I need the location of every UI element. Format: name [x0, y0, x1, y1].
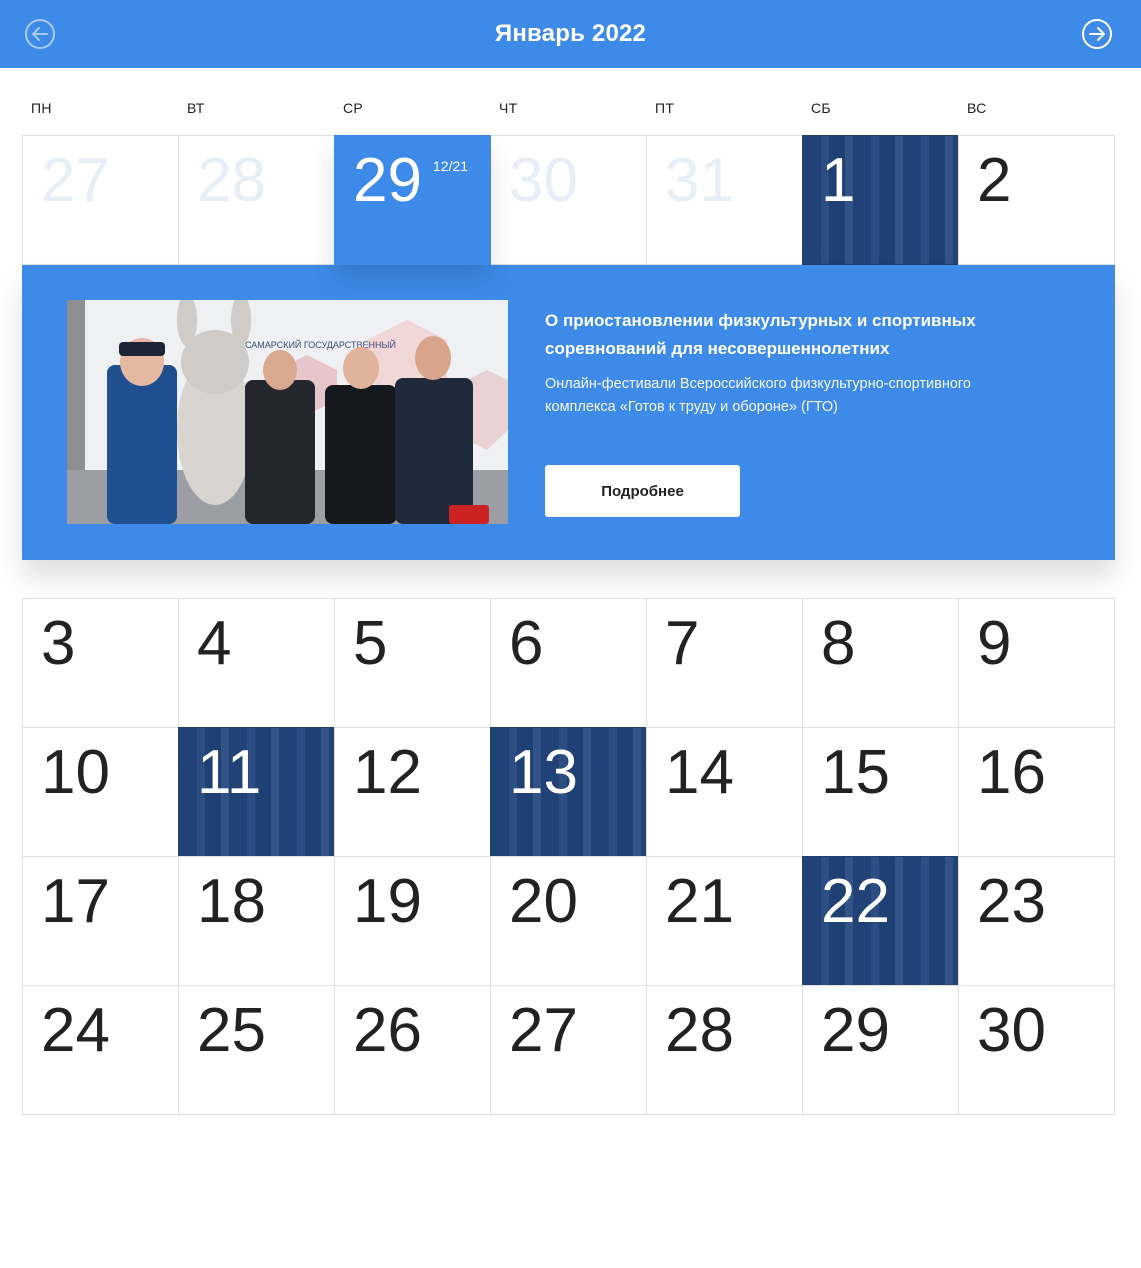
calendar-weeks: 3 4 5 6 7 8 9 10 11 12 13 14 15 16 17 18… — [22, 598, 1115, 1118]
day-cell-selected[interactable]: 29 12/21 — [334, 135, 491, 265]
day-cell[interactable]: 2 — [958, 135, 1115, 265]
weekday-label: ПН — [31, 100, 52, 116]
day-number: 12 — [353, 738, 422, 807]
day-cell[interactable]: 28 — [646, 985, 803, 1115]
day-cell[interactable]: 24 — [22, 985, 179, 1115]
arrow-left-circle-icon — [25, 19, 55, 49]
day-cell-event[interactable]: 11 — [178, 727, 335, 857]
event-title[interactable]: О приостановлении физкультурных и спорти… — [545, 307, 1035, 363]
day-number: 28 — [665, 996, 734, 1065]
day-number: 30 — [509, 146, 578, 215]
day-number: 5 — [353, 609, 388, 678]
day-cell[interactable]: 12 — [334, 727, 491, 857]
day-number: 1 — [821, 146, 856, 215]
day-number: 24 — [41, 996, 110, 1065]
photo-sign-text: САМАРСКИЙ ГОСУДАРСТВЕННЫЙ — [245, 339, 396, 350]
weekday-label: СР — [343, 100, 364, 116]
day-cell-event[interactable]: 13 — [490, 727, 647, 857]
day-number: 22 — [821, 867, 890, 936]
day-number: 25 — [197, 996, 266, 1065]
day-cell[interactable]: 10 — [22, 727, 179, 857]
day-cell[interactable]: 21 — [646, 856, 803, 986]
day-number: 20 — [509, 867, 578, 936]
day-number: 14 — [665, 738, 734, 807]
day-number: 28 — [197, 146, 266, 215]
selected-mini-date: 12/21 — [433, 158, 469, 174]
day-cell[interactable]: 27 — [490, 985, 647, 1115]
day-cell-event[interactable]: 1 — [802, 135, 959, 265]
calendar-week: 27 28 29 12/21 30 31 1 2 — [22, 135, 1115, 265]
day-cell[interactable]: 30 — [958, 985, 1115, 1115]
day-number: 29 — [821, 996, 890, 1065]
day-number: 26 — [353, 996, 422, 1065]
day-cell[interactable]: 8 — [802, 598, 959, 728]
day-number: 23 — [977, 867, 1046, 936]
day-cell[interactable]: 4 — [178, 598, 335, 728]
weekday-label: ЧТ — [499, 100, 518, 116]
day-number: 21 — [665, 867, 734, 936]
day-number: 7 — [665, 609, 700, 678]
day-number: 11 — [197, 738, 262, 807]
day-cell[interactable]: 17 — [22, 856, 179, 986]
weekday-label: ВТ — [187, 100, 205, 116]
day-cell[interactable]: 30 — [490, 135, 647, 265]
day-cell[interactable]: 5 — [334, 598, 491, 728]
day-cell[interactable]: 31 — [646, 135, 803, 265]
day-cell[interactable]: 20 — [490, 856, 647, 986]
day-number: 17 — [41, 867, 110, 936]
day-cell[interactable]: 29 — [802, 985, 959, 1115]
weekday-row: ПН ВТ СР ЧТ ПТ СБ ВС — [22, 100, 1115, 120]
event-panel: САМАРСКИЙ ГОСУДАРСТВЕННЫЙ О приостановле… — [22, 265, 1115, 560]
day-number: 2 — [977, 146, 1012, 215]
day-cell[interactable]: 26 — [334, 985, 491, 1115]
day-cell[interactable]: 27 — [22, 135, 179, 265]
day-number: 30 — [977, 996, 1046, 1065]
weekday-label: ВС — [967, 100, 987, 116]
day-number: 8 — [821, 609, 856, 678]
day-number: 3 — [41, 609, 76, 678]
day-cell[interactable]: 25 — [178, 985, 335, 1115]
day-number: 6 — [509, 609, 544, 678]
day-number: 27 — [41, 146, 110, 215]
day-cell[interactable]: 7 — [646, 598, 803, 728]
day-number: 15 — [821, 738, 890, 807]
day-cell[interactable]: 16 — [958, 727, 1115, 857]
day-number: 4 — [197, 609, 232, 678]
event-description: Онлайн-фестивали Всероссийского физкульт… — [545, 376, 971, 415]
more-button[interactable]: Подробнее — [545, 465, 740, 517]
next-month-button[interactable] — [1081, 18, 1113, 50]
prev-month-button[interactable] — [24, 18, 56, 50]
calendar-header: Январь 2022 — [0, 0, 1141, 68]
day-number: 29 — [353, 146, 422, 215]
weekday-label: СБ — [811, 100, 831, 116]
day-number: 19 — [353, 867, 422, 936]
event-photo: САМАРСКИЙ ГОСУДАРСТВЕННЫЙ — [67, 300, 508, 524]
month-title: Январь 2022 — [494, 20, 647, 47]
day-number: 27 — [509, 996, 578, 1065]
day-number: 10 — [41, 738, 110, 807]
day-cell[interactable]: 18 — [178, 856, 335, 986]
day-cell-event[interactable]: 22 — [802, 856, 959, 986]
event-photo-image: САМАРСКИЙ ГОСУДАРСТВЕННЫЙ — [67, 300, 508, 524]
day-cell[interactable]: 3 — [22, 598, 179, 728]
day-cell[interactable]: 14 — [646, 727, 803, 857]
day-cell[interactable]: 6 — [490, 598, 647, 728]
day-cell[interactable]: 19 — [334, 856, 491, 986]
arrow-right-circle-icon — [1082, 19, 1112, 49]
day-number: 31 — [665, 146, 734, 215]
day-cell[interactable]: 9 — [958, 598, 1115, 728]
day-number: 16 — [977, 738, 1046, 807]
day-cell[interactable]: 23 — [958, 856, 1115, 986]
day-cell[interactable]: 15 — [802, 727, 959, 857]
day-number: 9 — [977, 609, 1012, 678]
day-number: 18 — [197, 867, 266, 936]
weekday-label: ПТ — [655, 100, 675, 116]
day-cell[interactable]: 28 — [178, 135, 335, 265]
day-number: 13 — [509, 738, 578, 807]
